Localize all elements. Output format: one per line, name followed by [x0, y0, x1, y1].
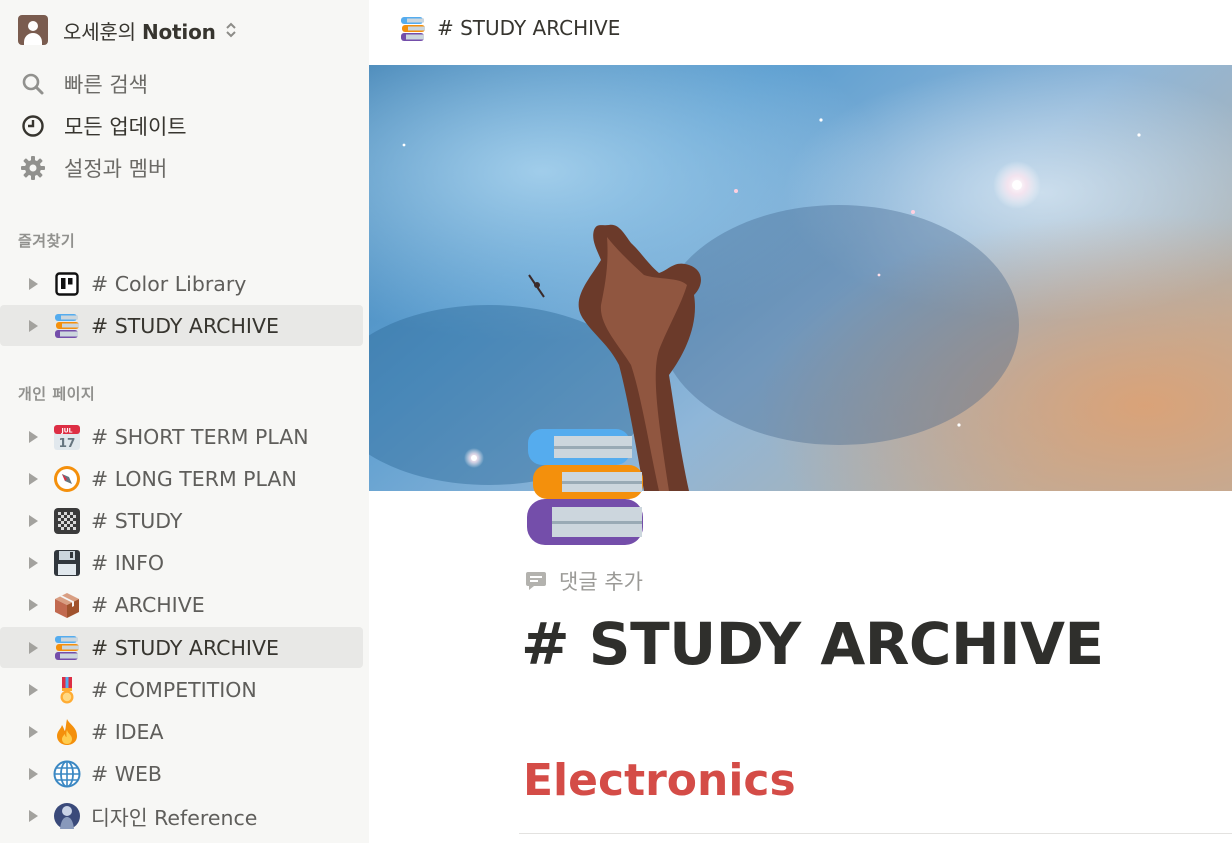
page-label: # COMPETITION — [91, 677, 257, 702]
books-icon — [52, 633, 82, 663]
board-icon — [52, 269, 82, 299]
sidebar-item-info[interactable]: # INFO — [0, 542, 363, 583]
quick-search-button[interactable]: 빠른 검색 — [18, 66, 148, 102]
triangle-right-icon[interactable] — [26, 513, 40, 529]
nav-label: 모든 업데이트 — [64, 115, 187, 139]
page-label: # STUDY ARCHIVE — [91, 635, 279, 660]
workspace-name: 오세훈의 Notion — [63, 16, 216, 45]
triangle-right-icon[interactable] — [26, 808, 40, 824]
page-label: # ARCHIVE — [91, 592, 205, 617]
sidebar-item-study-archive-favorite[interactable]: # STUDY ARCHIVE — [0, 305, 363, 346]
breadcrumb[interactable]: # STUDY ARCHIVE — [437, 16, 620, 40]
section-heading[interactable]: Electronics — [523, 755, 796, 806]
avatar — [18, 15, 48, 45]
person-suit-icon — [52, 801, 82, 831]
all-updates-button[interactable]: 모든 업데이트 — [18, 108, 187, 144]
triangle-right-icon[interactable] — [26, 318, 40, 334]
divider — [519, 833, 1232, 834]
page-label: # LONG TERM PLAN — [91, 466, 297, 491]
triangle-right-icon[interactable] — [26, 682, 40, 698]
gear-icon — [18, 153, 48, 183]
medal-icon — [52, 675, 82, 705]
workspace-name-prefix: 오세훈의 — [63, 19, 142, 44]
page-label: # WEB — [91, 761, 162, 786]
private-section-label[interactable]: 개인 페이지 — [18, 383, 95, 404]
sidebar-item-idea[interactable]: # IDEA — [0, 711, 363, 752]
topbar: # STUDY ARCHIVE — [369, 0, 1232, 65]
page-label: # STUDY — [91, 508, 183, 533]
chevron-updown-icon — [224, 20, 238, 40]
cover-image[interactable] — [369, 65, 1232, 491]
add-comment-label: 댓글 추가 — [559, 570, 643, 594]
fire-icon — [52, 717, 82, 747]
workspace-name-brand: Notion — [141, 19, 216, 44]
notion-app: 오세훈의 Notion 빠른 검색 모든 업데이트 설정과 멤버 즐겨찾기 # … — [0, 0, 1232, 843]
books-icon — [399, 14, 427, 44]
sidebar-item-study-archive[interactable]: # STUDY ARCHIVE — [0, 627, 363, 668]
settings-members-button[interactable]: 설정과 멤버 — [18, 150, 167, 186]
nav-label: 빠른 검색 — [64, 73, 148, 97]
page-title[interactable]: # STUDY ARCHIVE — [521, 610, 1104, 678]
calendar-icon: JUL 17 — [52, 422, 82, 452]
sidebar-item-long-term-plan[interactable]: # LONG TERM PLAN — [0, 458, 363, 499]
triangle-right-icon[interactable] — [26, 640, 40, 656]
globe-icon — [52, 759, 82, 789]
triangle-right-icon[interactable] — [26, 724, 40, 740]
workspace-switcher[interactable]: 오세훈의 Notion — [18, 14, 238, 46]
sidebar-item-web[interactable]: # WEB — [0, 753, 363, 794]
sidebar-item-design-reference[interactable]: 디자인 Reference — [0, 795, 363, 836]
sidebar-item-competition[interactable]: # COMPETITION — [0, 669, 363, 710]
books-icon — [52, 311, 82, 341]
triangle-right-icon[interactable] — [26, 766, 40, 782]
add-comment-button[interactable]: 댓글 추가 — [525, 566, 643, 596]
page-label: # INFO — [91, 550, 165, 575]
triangle-right-icon[interactable] — [26, 471, 40, 487]
page-content: # STUDY ARCHIVE 댓글 추가 # STUDY ARCHIVE El… — [369, 0, 1232, 843]
floppy-disk-icon — [52, 548, 82, 578]
search-icon — [18, 69, 48, 99]
package-icon — [52, 590, 82, 620]
checkered-icon — [52, 506, 82, 536]
triangle-right-icon[interactable] — [26, 555, 40, 571]
sidebar-item-short-term-plan[interactable]: JUL 17 # SHORT TERM PLAN — [0, 416, 363, 457]
compass-icon — [52, 464, 82, 494]
books-icon[interactable] — [524, 425, 648, 549]
triangle-right-icon[interactable] — [26, 429, 40, 445]
sidebar-item-archive[interactable]: # ARCHIVE — [0, 584, 363, 625]
page-label: # IDEA — [91, 719, 164, 744]
svg-text:JUL: JUL — [61, 427, 73, 434]
svg-text:17: 17 — [59, 436, 76, 450]
page-label: # STUDY ARCHIVE — [91, 313, 279, 338]
triangle-right-icon[interactable] — [26, 597, 40, 613]
triangle-right-icon[interactable] — [26, 276, 40, 292]
favorites-section-label[interactable]: 즐겨찾기 — [18, 230, 75, 251]
page-label: # Color Library — [91, 271, 247, 296]
comment-icon — [525, 570, 547, 592]
clock-icon — [18, 111, 48, 141]
sidebar: 오세훈의 Notion 빠른 검색 모든 업데이트 설정과 멤버 즐겨찾기 # … — [0, 0, 369, 843]
page-label: 디자인 Reference — [91, 805, 258, 830]
nav-label: 설정과 멤버 — [64, 157, 168, 181]
page-label: # SHORT TERM PLAN — [91, 424, 309, 449]
sidebar-item-color-library[interactable]: # Color Library — [0, 263, 363, 304]
sidebar-item-study[interactable]: # STUDY — [0, 500, 363, 541]
